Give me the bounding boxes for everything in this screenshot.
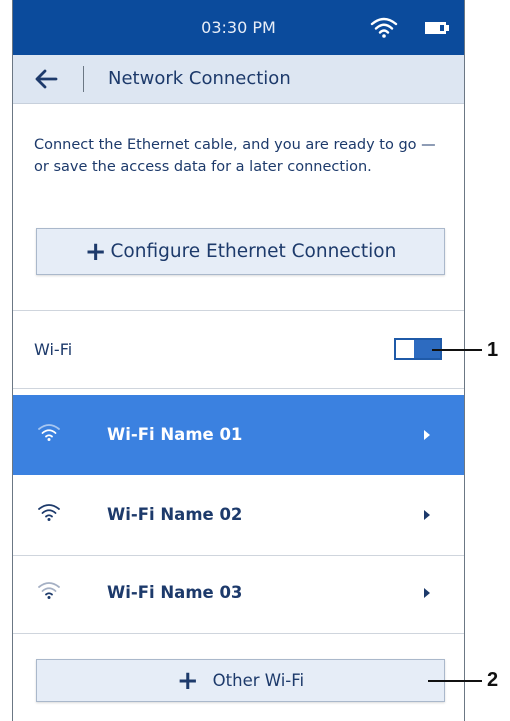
- wifi-network-row-01[interactable]: Wi-Fi Name 01: [13, 395, 464, 475]
- wifi-signal-icon: [370, 17, 398, 38]
- other-wifi-label: Other Wi-Fi: [212, 671, 305, 690]
- other-wifi-button[interactable]: + Other Wi-Fi: [36, 659, 445, 702]
- plus-icon: +: [84, 236, 107, 267]
- wifi-signal-icon: [38, 424, 60, 441]
- divider: [13, 310, 464, 311]
- wifi-network-row-03[interactable]: Wi-Fi Name 03: [13, 553, 464, 633]
- plus-icon: +: [176, 665, 199, 696]
- divider: [13, 388, 464, 389]
- wifi-network-row-02[interactable]: Wi-Fi Name 02: [13, 475, 464, 555]
- status-bar: 03:30 PM: [13, 0, 464, 55]
- battery-icon: [425, 22, 449, 34]
- header-divider: [83, 66, 84, 92]
- divider: [13, 633, 464, 634]
- configure-ethernet-button[interactable]: + Configure Ethernet Connection: [36, 228, 445, 275]
- network-name: Wi-Fi Name 01: [107, 425, 243, 444]
- callout-number-2: 2: [487, 669, 499, 691]
- configure-ethernet-label: Configure Ethernet Connection: [110, 241, 397, 262]
- device-screen: 03:30 PM Network Connection Connect the …: [12, 0, 465, 721]
- chevron-right-icon: [424, 510, 430, 520]
- chevron-right-icon: [424, 588, 430, 598]
- callout-line-1: [432, 349, 482, 351]
- header-bar: Network Connection: [13, 55, 464, 104]
- network-name: Wi-Fi Name 03: [107, 583, 243, 602]
- callout-line-2: [428, 680, 482, 682]
- back-arrow-icon[interactable]: [31, 64, 61, 94]
- network-name: Wi-Fi Name 02: [107, 505, 243, 524]
- intro-text: Connect the Ethernet cable, and you are …: [34, 137, 436, 175]
- page-title: Network Connection: [108, 68, 291, 89]
- wifi-label: Wi-Fi: [34, 340, 73, 359]
- wifi-signal-icon: [38, 582, 60, 599]
- wifi-signal-icon: [38, 504, 60, 521]
- chevron-right-icon: [424, 430, 430, 440]
- callout-number-1: 1: [487, 339, 499, 361]
